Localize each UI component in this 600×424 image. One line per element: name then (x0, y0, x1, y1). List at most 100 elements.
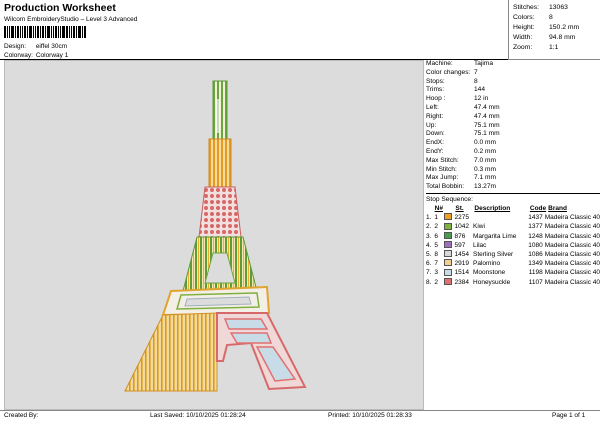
stat-value: 94.8 mm (549, 34, 576, 41)
machine-value: 0.3 mm (474, 165, 496, 173)
thread-number: 2275 (454, 214, 470, 222)
stop-index: 8. (426, 278, 432, 286)
thread-number: 1454 (454, 250, 470, 258)
tower-platform (161, 285, 271, 317)
tower-right-leg (216, 312, 307, 391)
thread-number: 2384 (454, 278, 470, 286)
thread-code: 1080 (528, 241, 543, 249)
machine-divider (426, 193, 600, 194)
stat-key: Colors: (513, 14, 535, 21)
stop-number: 8 (434, 250, 439, 258)
col-code: Code (529, 205, 547, 212)
stat-key: Height: (513, 24, 535, 31)
machine-value: 8 (474, 77, 478, 85)
machine-key: EndY: (426, 147, 444, 155)
thread-description: Moonstone (473, 269, 506, 277)
thread-code: 1437 (528, 214, 543, 222)
color-swatch (444, 222, 454, 231)
color-swatch (444, 213, 454, 222)
machine-value: 13.27m (474, 183, 496, 191)
stop-sequence-row: 1. 1 2275 1437 Madeira Classic 40 (426, 213, 600, 222)
stop-sequence-title: Stop Sequence: (426, 196, 473, 203)
thread-description: Honeysuckle (473, 278, 511, 286)
thread-brand: Madeira Classic 40 (544, 250, 600, 258)
thread-code: 1349 (528, 260, 543, 268)
stop-sequence-header: N# St. Description Code Brand (426, 204, 600, 213)
machine-row: Left: 47.4 mm (426, 104, 600, 113)
col-description: Description (474, 205, 511, 212)
colorway-label: Colorway: (4, 52, 33, 59)
thread-brand: Madeira Classic 40 (544, 260, 600, 268)
thread-number: 597 (454, 241, 466, 249)
machine-row: Machine: Tajima (426, 60, 600, 69)
thread-description (473, 213, 526, 222)
machine-row: Trims: 144 (426, 86, 600, 95)
stat-key: Stitches: (513, 4, 540, 11)
machine-value: 144 (474, 86, 486, 94)
machine-value: 7.0 mm (474, 156, 496, 164)
swatch-box (444, 259, 453, 267)
stop-sequence-row: 8. 2 2384 Honeysuckle 1107 Madeira Classic 40 (426, 277, 600, 287)
thread-code: 1198 (528, 269, 543, 277)
stat-value: 13063 (549, 4, 568, 11)
stats-box: Stitches: 13063 Colors: 8 Height: 150.2 mm … (508, 0, 600, 60)
stop-number: 7 (434, 260, 439, 268)
swatch-box (444, 277, 453, 285)
stop-sequence-row: 7. 3 1514 Moonstone 1198 Madeira Classic 40 (426, 268, 600, 277)
stat-row: Zoom: 1:1 (513, 43, 596, 53)
machine-value: 47.4 mm (474, 103, 500, 111)
stop-number: 2 (434, 278, 439, 286)
machine-row: Right: 47.4 mm (426, 113, 600, 122)
stop-index: 3. (426, 232, 432, 240)
stop-index: 7. (426, 269, 432, 277)
colorway-value: Colorway 1 (35, 52, 69, 59)
machine-row: Max Stitch: 7.0 mm (426, 157, 600, 166)
thread-brand: Madeira Classic 40 (544, 241, 600, 249)
stat-key: Width: (513, 34, 533, 41)
col-no: N# (434, 205, 443, 212)
stat-row: Width: 94.8 mm (513, 33, 596, 43)
thread-number: 2919 (454, 260, 470, 268)
machine-key: Min Stitch: (426, 165, 457, 173)
stop-index: 1. (426, 214, 432, 222)
stop-number: 1 (434, 214, 439, 222)
machine-key: Down: (426, 130, 445, 138)
printed-date: Printed: 10/10/2025 01:28:33 (328, 412, 412, 419)
stop-sequence-row: 5. 8 1454 Sterling Silver 1086 Madeira Classi… (426, 250, 600, 259)
machine-row: Hoop : 12 in (426, 95, 600, 104)
last-saved: Last Saved: 10/10/2025 01:28:24 (150, 412, 246, 419)
swatch-box (444, 231, 453, 239)
machine-value: 47.4 mm (474, 112, 500, 120)
color-swatch (444, 241, 454, 250)
thread-description: Sterling Silver (473, 250, 514, 258)
machine-key: Trims: (426, 86, 445, 94)
tower-top (208, 80, 232, 188)
colorway-line: Colorway: Colorway 1 (4, 52, 68, 59)
page-number: Page 1 of 1 (552, 412, 586, 419)
machine-key: Hoop : (426, 95, 446, 103)
stat-key: Zoom: (513, 44, 533, 51)
swatch-box (444, 268, 453, 276)
stop-index: 4. (426, 241, 432, 249)
thread-code: 1107 (528, 278, 543, 286)
machine-row: Min Stitch: 0.3 mm (426, 166, 600, 175)
stop-index: 2. (426, 223, 432, 231)
thread-code: 1377 (528, 223, 543, 231)
created-by: Created By: (4, 412, 39, 419)
swatch-box (444, 250, 453, 258)
stop-number: 3 (434, 269, 439, 277)
machine-value: 75.1 mm (474, 121, 500, 129)
page-title: Production Worksheet (4, 2, 116, 14)
eiffel-tower-embroidery (124, 80, 307, 392)
swatch-box (444, 222, 453, 230)
stop-number: 6 (434, 232, 439, 240)
design-preview (4, 60, 424, 410)
machine-key: Max Stitch: (426, 156, 459, 164)
machine-key: Total Bobbin: (426, 183, 465, 191)
machine-row: Max Jump: 7.1 mm (426, 174, 600, 183)
thread-brand: Madeira Classic 40 (544, 232, 600, 240)
stat-value: 8 (549, 14, 553, 21)
tower-left-leg (124, 312, 218, 392)
stat-row: Height: 150.2 mm (513, 23, 596, 33)
footer-divider (0, 410, 600, 411)
